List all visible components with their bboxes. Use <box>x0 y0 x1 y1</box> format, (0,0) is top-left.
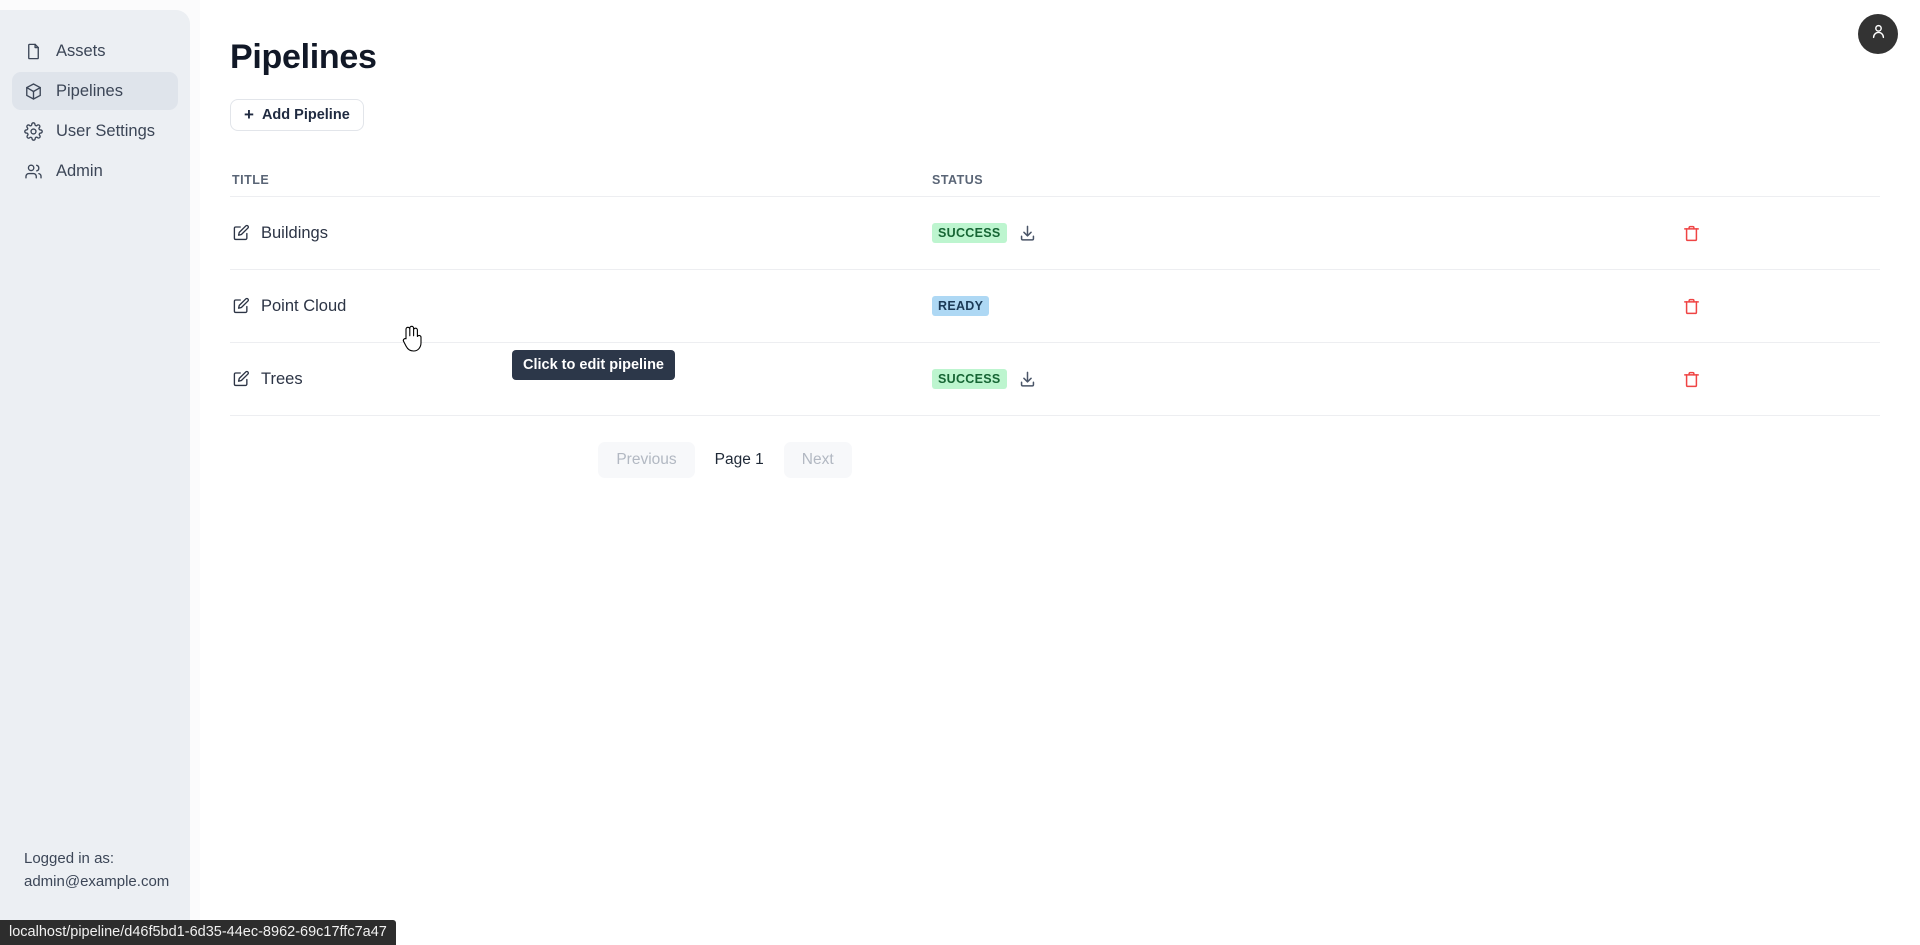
user-email: admin@example.com <box>24 872 170 890</box>
pipeline-actions-cell <box>1630 224 1880 243</box>
sidebar-nav: Assets Pipelines User Settings Admin <box>12 32 178 190</box>
box-icon <box>24 82 43 101</box>
add-pipeline-button[interactable]: + Add Pipeline <box>230 99 364 131</box>
add-pipeline-label: Add Pipeline <box>261 107 350 123</box>
pipeline-title: Buildings <box>261 223 328 242</box>
previous-page-button[interactable]: Previous <box>598 442 695 478</box>
sidebar-item-label: Pipelines <box>56 81 123 100</box>
next-page-button[interactable]: Next <box>783 442 852 478</box>
edit-icon[interactable] <box>232 370 250 388</box>
status-bar-url: localhost/pipeline/d46f5bd1-6d35-44ec-89… <box>0 920 396 945</box>
pipeline-title-cell[interactable]: Buildings <box>232 224 932 243</box>
app-window: Assets Pipelines User Settings Admin Log… <box>0 0 1920 945</box>
avatar[interactable] <box>1858 14 1898 54</box>
edit-icon[interactable] <box>232 297 250 315</box>
status-badge: READY <box>932 296 990 316</box>
status-badge: SUCCESS <box>932 223 1007 243</box>
users-icon <box>24 162 43 181</box>
page-title: Pipelines <box>230 38 377 76</box>
plus-icon: + <box>244 104 254 124</box>
pipeline-status-cell: SUCCESS <box>932 369 1630 389</box>
status-badge: SUCCESS <box>932 369 1007 389</box>
pipeline-title: Trees <box>261 369 303 388</box>
sidebar-container: Assets Pipelines User Settings Admin Log… <box>0 0 200 945</box>
page-indicator: Page 1 <box>714 451 764 468</box>
trash-icon[interactable] <box>1682 370 1701 389</box>
edit-icon[interactable] <box>232 224 250 242</box>
main-content: Pipelines + Add Pipeline TITLE STATUS Bu… <box>200 0 1920 945</box>
pagination: Previous Page 1 Next <box>230 442 1880 478</box>
pipeline-title-cell[interactable]: Trees <box>232 370 932 389</box>
pipeline-title-cell[interactable]: Point Cloud <box>232 297 932 316</box>
sidebar: Assets Pipelines User Settings Admin Log… <box>0 10 190 935</box>
pipeline-actions-cell <box>1630 297 1880 316</box>
table-header-row: TITLE STATUS <box>230 163 1880 197</box>
sidebar-item-pipelines[interactable]: Pipelines <box>12 72 178 110</box>
sidebar-item-label: Admin <box>56 161 103 180</box>
sidebar-footer: Logged in as: admin@example.com <box>12 847 178 916</box>
table-row: Buildings SUCCESS <box>230 197 1880 270</box>
gear-icon <box>24 121 43 141</box>
trash-icon[interactable] <box>1682 224 1701 243</box>
pipelines-table: TITLE STATUS Buildings SUCCESS Point Clo… <box>230 163 1880 416</box>
table-row: Point Cloud READY <box>230 270 1880 343</box>
pipeline-title: Point Cloud <box>261 296 347 315</box>
user-icon <box>1869 22 1888 46</box>
column-header-status: STATUS <box>932 172 984 187</box>
sidebar-item-label: Assets <box>56 41 106 60</box>
column-header-title: TITLE <box>232 172 270 187</box>
sidebar-item-label: User Settings <box>56 121 156 140</box>
pipeline-status-cell: SUCCESS <box>932 223 1630 243</box>
trash-icon[interactable] <box>1682 297 1701 316</box>
download-icon[interactable] <box>1018 370 1037 389</box>
download-icon[interactable] <box>1018 224 1037 243</box>
pipeline-status-cell: READY <box>932 296 1630 316</box>
sidebar-item-admin[interactable]: Admin <box>12 152 178 190</box>
table-row: Trees SUCCESS <box>230 343 1880 416</box>
sidebar-item-user-settings[interactable]: User Settings <box>12 112 178 150</box>
file-icon <box>24 42 43 61</box>
sidebar-item-assets[interactable]: Assets <box>12 32 178 70</box>
logged-in-label: Logged in as: <box>24 849 115 867</box>
pipeline-actions-cell <box>1630 370 1880 389</box>
